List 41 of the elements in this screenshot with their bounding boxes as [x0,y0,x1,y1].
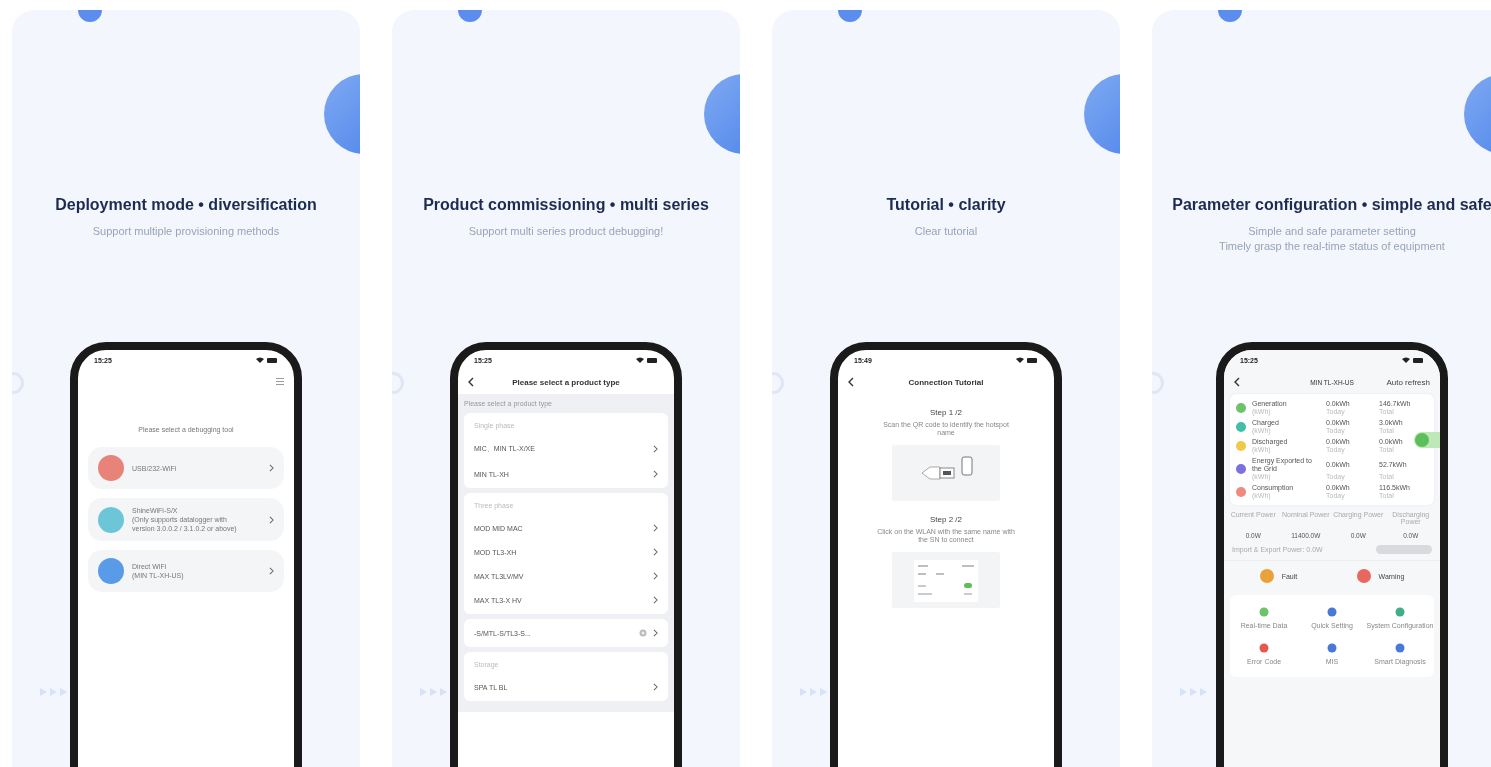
card-title: Product commissioning • multi series [423,196,709,214]
wifi-icon [636,357,644,364]
triangles-decoration [420,688,447,696]
chevron-icon [653,524,658,533]
chevron-icon [269,567,274,576]
chevron-icon [653,683,658,692]
chevron-icon [653,470,658,479]
card-title: Parameter configuration • simple and safe [1172,196,1491,214]
wifi-icon [256,357,264,364]
card-subtitle: Support multi series product debugging! [468,224,664,239]
step-title: Step 2 /2 [930,515,962,525]
triangles-decoration [800,688,827,696]
card-title: Tutorial • clarity [886,196,1006,214]
chevron-icon [653,572,658,581]
chevron-icon [653,548,658,557]
back-icon[interactable] [848,377,854,388]
battery-icon [1027,357,1038,363]
battery-icon [647,357,658,363]
back-icon[interactable] [1234,377,1240,388]
info-icon [639,629,647,638]
battery-icon [267,357,278,363]
chevron-icon [653,445,658,454]
wifi-icon [1016,357,1024,364]
screen-title: Connection Tutorial [908,377,984,387]
menu-icon[interactable] [276,378,284,386]
card-subtitle: Simple and safe parameter setting Timely grasp the real-time status of equipment [1219,224,1445,254]
chevron-icon [269,464,274,473]
card-subtitle: Clear tutorial [914,224,978,239]
wifi-icon [1402,357,1410,364]
card-subtitle: Support multiple provisioning methods [92,224,280,239]
chevron-icon [653,596,658,605]
card-title: Deployment mode • diversification [55,196,317,214]
chevron-icon [269,515,274,524]
battery-icon [1413,357,1424,363]
triangles-decoration [1180,688,1207,696]
step-title: Step 1 /2 [930,408,962,418]
back-icon[interactable] [468,377,474,388]
auto-refresh-label[interactable]: Auto refresh [1386,378,1430,388]
screen-title: Please select a product type [512,377,620,387]
chevron-icon [653,629,658,638]
triangles-decoration [40,688,67,696]
